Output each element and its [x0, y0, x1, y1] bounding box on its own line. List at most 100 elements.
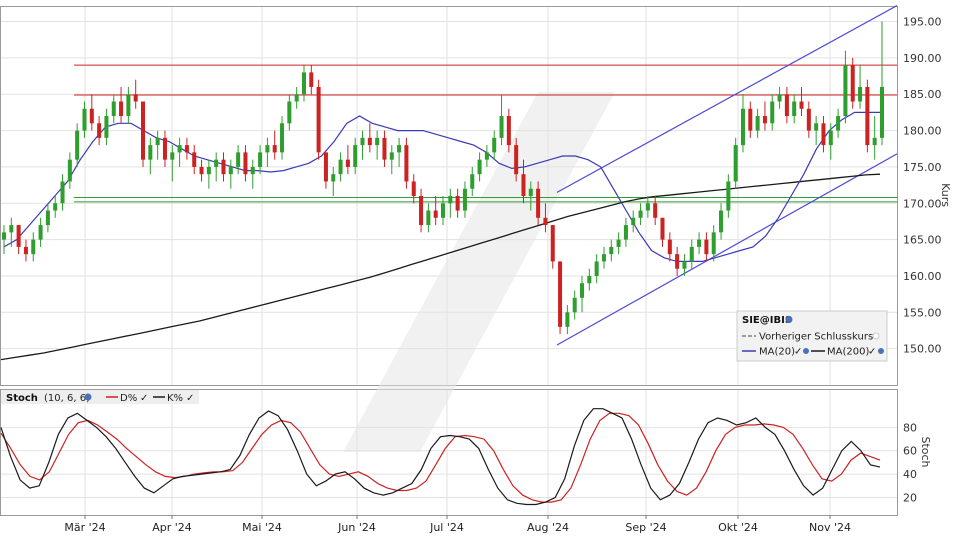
candle-body-38 — [280, 123, 285, 153]
candle-body-7 — [53, 203, 58, 211]
candle-body-71 — [521, 174, 526, 196]
chart-svg: 150.00 155.00 160.00 165.00 170.00 175.00 180.… — [0, 5, 952, 534]
candle-body-82 — [601, 254, 606, 262]
candle-body-102 — [748, 108, 753, 131]
legend-ma200-check-icon[interactable]: ✓ — [868, 347, 876, 358]
stoch-k-legend-label: K% — [167, 393, 183, 404]
stoch-k-check-icon[interactable]: ✓ — [186, 393, 194, 404]
candle-body-50 — [367, 137, 372, 146]
candle-body-57 — [419, 196, 424, 226]
price-legend: SIE@IBIS Vorheriger Schlusskurs MA(20) ✓… — [736, 310, 888, 362]
legend-prev-close-toggle-icon[interactable] — [872, 332, 880, 340]
candle-body-10 — [75, 130, 80, 160]
stoch-settings-icon[interactable] — [84, 393, 92, 401]
candle-body-8 — [60, 181, 65, 204]
candle-body-6 — [45, 210, 50, 226]
candle-body-26 — [192, 152, 197, 167]
candle-body-27 — [199, 166, 204, 175]
candle-body-63 — [462, 188, 467, 211]
stoch-params: (10, 6, 6) — [44, 393, 90, 404]
candle-76 — [558, 261, 563, 335]
candle-body-113 — [828, 130, 833, 146]
price-y-tick-5: 175.00 — [903, 161, 942, 174]
candle-body-11 — [82, 108, 87, 131]
candle-body-47 — [345, 159, 350, 167]
price-y-tick-7: 185.00 — [903, 88, 942, 101]
candle-body-85 — [623, 225, 628, 240]
stoch-y-axis-label: Stoch — [919, 436, 932, 467]
legend-ma200-label: MA(200) — [827, 347, 869, 358]
candle-body-31 — [228, 166, 233, 175]
candle-body-80 — [587, 275, 592, 284]
stoch-y-tick-0: 20 — [903, 491, 917, 504]
candle-body-68 — [499, 116, 504, 138]
x-tick-label-8: Nov '24 — [809, 521, 851, 534]
candle-body-96 — [704, 239, 709, 255]
candle-body-72 — [528, 188, 533, 196]
candle-body-51 — [375, 137, 380, 146]
candle-body-89 — [653, 203, 658, 218]
candle-body-114 — [836, 116, 841, 131]
candle-body-1 — [9, 225, 14, 233]
candle-body-20 — [148, 145, 153, 160]
candle-body-76 — [558, 261, 563, 327]
candle-body-15 — [111, 101, 116, 117]
candle-body-28 — [206, 166, 211, 175]
candle-body-40 — [294, 94, 299, 102]
candle-body-100 — [733, 145, 738, 182]
candle-body-91 — [667, 239, 672, 255]
candle-body-103 — [755, 116, 760, 131]
price-y-tick-8: 190.00 — [903, 52, 942, 65]
candle-body-94 — [689, 246, 694, 262]
candle-body-106 — [777, 94, 782, 102]
price-y-tick-9: 195.00 — [903, 16, 942, 29]
candle-body-45 — [331, 174, 336, 182]
candle-body-81 — [594, 261, 599, 276]
candle-body-43 — [316, 86, 321, 153]
candle-body-4 — [31, 239, 36, 255]
price-y-tick-2: 160.00 — [903, 270, 942, 283]
candle-body-36 — [265, 145, 270, 153]
candle-body-48 — [353, 145, 358, 167]
candle-body-54 — [397, 145, 402, 153]
candle-body-2 — [16, 225, 21, 247]
candle-body-5 — [38, 225, 43, 240]
candle-body-42 — [309, 72, 314, 87]
stoch-header: Stoch (10, 6, 6) D% ✓ K% ✓ — [1, 390, 199, 404]
price-y-tick-3: 165.00 — [903, 234, 942, 247]
legend-ma200-settings-icon[interactable] — [878, 348, 884, 354]
price-y-tick-0: 150.00 — [903, 343, 942, 356]
candle-body-39 — [287, 101, 292, 124]
candle-body-53 — [389, 152, 394, 160]
stoch-d-check-icon[interactable]: ✓ — [140, 393, 148, 404]
candle-body-58 — [426, 210, 431, 226]
candle-body-99 — [726, 181, 731, 211]
candle-body-9 — [67, 159, 72, 182]
candle-body-112 — [821, 123, 826, 146]
candle-body-117 — [858, 86, 863, 102]
candle-body-83 — [609, 246, 614, 255]
legend-ma20-settings-icon[interactable] — [803, 348, 809, 354]
candle-body-73 — [536, 188, 541, 218]
stoch-title: Stoch — [6, 393, 38, 404]
candle-body-22 — [162, 137, 167, 160]
legend-ma20-label: MA(20) — [759, 347, 795, 358]
candle-body-49 — [360, 137, 365, 146]
candle-100 — [733, 137, 738, 189]
candle-body-32 — [236, 152, 241, 167]
legend-instrument-settings-icon[interactable] — [785, 316, 793, 323]
candle-body-118 — [865, 86, 870, 146]
x-tick-label-1: Apr '24 — [152, 521, 192, 534]
candle-body-37 — [272, 145, 277, 153]
legend-ma20-check-icon[interactable]: ✓ — [794, 347, 802, 358]
candle-body-30 — [221, 159, 226, 175]
candle-body-65 — [477, 159, 482, 175]
candle-body-3 — [23, 246, 28, 255]
candle-body-92 — [675, 254, 680, 269]
candle-body-97 — [711, 232, 716, 255]
candle-19 — [141, 101, 146, 167]
x-tick-label-7: Okt '24 — [718, 521, 758, 534]
candle-body-52 — [382, 137, 387, 160]
candle-body-64 — [470, 174, 475, 189]
x-tick-label-6: Sep '24 — [625, 521, 666, 534]
